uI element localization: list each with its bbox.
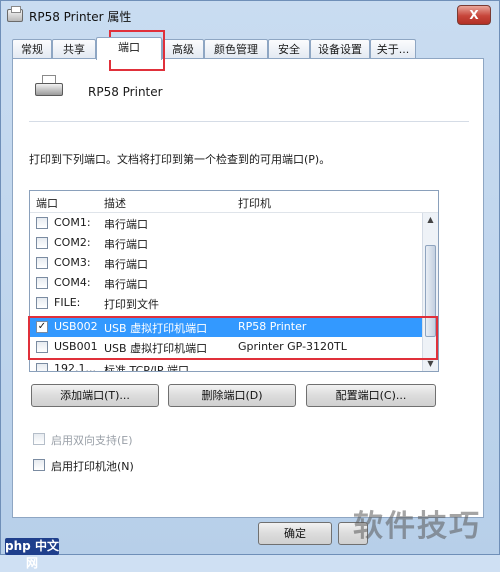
add-port-button[interactable]: 添加端口(T)... <box>31 384 159 407</box>
port-desc: 打印到文件 <box>104 298 159 311</box>
pooling-label: 启用打印机池(N) <box>51 460 134 473</box>
port-list-header: 端口 描述 打印机 <box>30 191 438 213</box>
port-name: FILE: <box>54 296 81 309</box>
port-row-com2[interactable]: COM2: 串行端口 <box>30 233 422 253</box>
tab-advanced[interactable]: 高级 <box>162 39 204 59</box>
port-printer: RP58 Printer <box>238 320 307 333</box>
port-name: COM3: <box>54 256 91 269</box>
port-printer: Gprinter GP-3120TL <box>238 340 347 353</box>
tab-device-settings[interactable]: 设备设置 <box>310 39 370 59</box>
port-name: USB001 <box>54 340 98 353</box>
port-desc: USB 虚拟打印机端口 <box>104 322 208 335</box>
column-description[interactable]: 描述 <box>104 195 126 211</box>
configure-port-button[interactable]: 配置端口(C)... <box>306 384 436 407</box>
column-printer[interactable]: 打印机 <box>238 195 271 211</box>
window-title: RP58 Printer 属性 <box>29 10 132 24</box>
column-port[interactable]: 端口 <box>36 195 58 211</box>
port-checkbox[interactable] <box>36 277 48 289</box>
port-name: 192.1... <box>54 362 96 372</box>
ok-button[interactable]: 确定 <box>258 522 332 545</box>
title-bar: RP58 Printer 属性 X <box>1 1 499 31</box>
port-row-usb002[interactable]: ✓ USB002 USB 虚拟打印机端口 RP58 Printer <box>30 317 422 337</box>
port-checkbox[interactable] <box>36 341 48 353</box>
watermark-logo: php 中文网 <box>5 538 59 570</box>
tab-color-management[interactable]: 颜色管理 <box>204 39 268 59</box>
port-desc: 串行端口 <box>104 258 148 271</box>
scroll-thumb[interactable] <box>425 245 436 337</box>
close-button[interactable]: X <box>457 5 491 25</box>
port-checkbox[interactable] <box>36 237 48 249</box>
ports-panel: RP58 Printer 打印到下列端口。文档将打印到第一个检查到的可用端口(P… <box>12 58 484 518</box>
scroll-up-icon[interactable]: ▲ <box>423 213 438 227</box>
port-desc: 标准 TCP/IP 端口 <box>104 364 189 372</box>
port-name: COM1: <box>54 216 91 229</box>
divider <box>29 121 469 122</box>
port-checkbox[interactable] <box>36 297 48 309</box>
port-row-file[interactable]: FILE: 打印到文件 <box>30 293 422 313</box>
port-desc: 串行端口 <box>104 238 148 251</box>
tab-ports[interactable]: 端口 <box>96 37 162 60</box>
port-checkbox[interactable] <box>36 257 48 269</box>
port-row-com4[interactable]: COM4: 串行端口 <box>30 273 422 293</box>
port-row-com3[interactable]: COM3: 串行端口 <box>30 253 422 273</box>
port-checkbox[interactable] <box>36 217 48 229</box>
tab-security[interactable]: 安全 <box>268 39 310 59</box>
pooling-checkbox[interactable] <box>33 459 45 471</box>
bidirectional-label: 启用双向支持(E) <box>51 434 133 447</box>
printer-icon <box>35 75 63 99</box>
tab-about[interactable]: 关于... <box>370 39 416 59</box>
scroll-down-icon[interactable]: ▼ <box>423 357 438 371</box>
port-name: USB002 <box>54 320 98 333</box>
printer-title-icon <box>7 6 23 22</box>
port-name: COM4: <box>54 276 91 289</box>
port-desc: 串行端口 <box>104 278 148 291</box>
watermark-text: 软件技巧 <box>353 509 481 544</box>
port-checkbox-checked[interactable]: ✓ <box>36 321 48 333</box>
port-name: COM2: <box>54 236 91 249</box>
port-row-usb001[interactable]: USB001 USB 虚拟打印机端口 Gprinter GP-3120TL <box>30 337 422 357</box>
printer-properties-window: RP58 Printer 属性 X 常规 共享 端口 高级 颜色管理 安全 设备… <box>0 0 500 570</box>
tab-sharing[interactable]: 共享 <box>52 39 96 59</box>
port-row-tcpip[interactable]: 192.1... 标准 TCP/IP 端口 <box>30 359 422 372</box>
port-desc: 串行端口 <box>104 218 148 231</box>
printer-name: RP58 Printer <box>88 85 163 99</box>
port-list[interactable]: 端口 描述 打印机 COM1: 串行端口 COM2: 串行端口 COM3: 串行… <box>29 190 439 372</box>
port-checkbox[interactable] <box>36 363 48 371</box>
delete-port-button[interactable]: 删除端口(D) <box>168 384 296 407</box>
port-description: 打印到下列端口。文档将打印到第一个检查到的可用端口(P)。 <box>29 153 331 166</box>
port-row-com1[interactable]: COM1: 串行端口 <box>30 213 422 233</box>
port-desc: USB 虚拟打印机端口 <box>104 342 208 355</box>
port-list-scrollbar[interactable]: ▲ ▼ <box>422 213 438 371</box>
tab-general[interactable]: 常规 <box>12 39 52 59</box>
bidirectional-checkbox[interactable] <box>33 433 45 445</box>
